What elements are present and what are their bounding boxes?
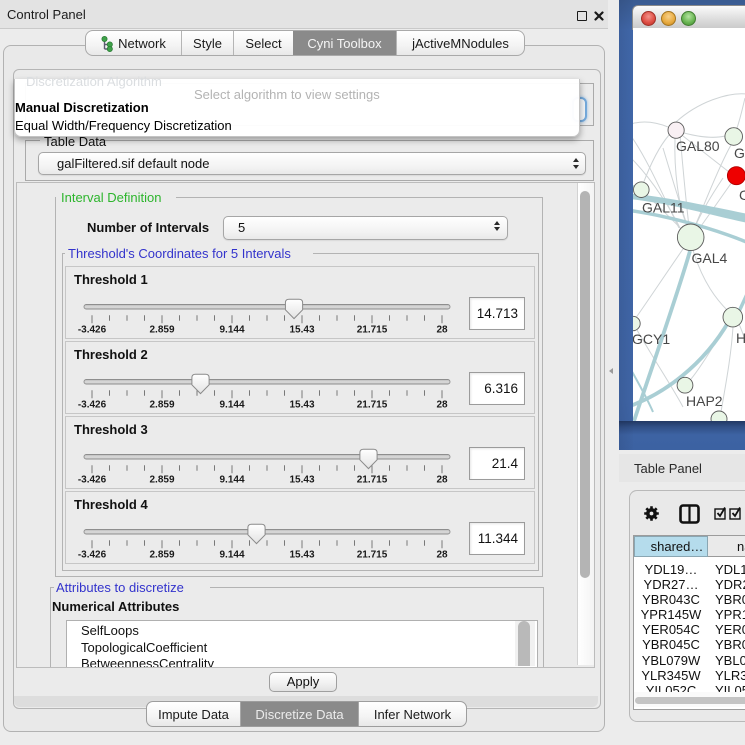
svg-text:28: 28	[436, 550, 448, 561]
svg-text:GAL4: GAL4	[692, 250, 728, 266]
svg-text:9.144: 9.144	[219, 400, 244, 411]
svg-text:21.715: 21.715	[357, 400, 388, 411]
svg-text:2.859: 2.859	[149, 400, 174, 411]
svg-text:28: 28	[436, 325, 448, 336]
svg-text:15.43: 15.43	[289, 550, 314, 561]
svg-text:GAL11: GAL11	[642, 200, 685, 216]
svg-text:21.715: 21.715	[357, 325, 388, 336]
svg-text:CD: CD	[739, 187, 745, 203]
svg-text:-3.426: -3.426	[78, 475, 107, 486]
svg-text:2.859: 2.859	[149, 325, 174, 336]
svg-text:GAL80: GAL80	[676, 138, 720, 154]
svg-text:21.715: 21.715	[357, 475, 388, 486]
svg-text:HAP4: HAP4	[736, 330, 745, 346]
svg-text:15.43: 15.43	[289, 400, 314, 411]
svg-text:28: 28	[436, 400, 448, 411]
svg-text:GAL3: GAL3	[734, 145, 745, 161]
svg-text:-3.426: -3.426	[78, 325, 107, 336]
svg-text:15.43: 15.43	[289, 325, 314, 336]
svg-text:-3.426: -3.426	[78, 550, 107, 561]
svg-text:15.43: 15.43	[289, 475, 314, 486]
svg-text:2.859: 2.859	[149, 475, 174, 486]
svg-text:9.144: 9.144	[219, 325, 244, 336]
svg-text:9.144: 9.144	[219, 475, 244, 486]
svg-text:-3.426: -3.426	[78, 400, 107, 411]
svg-text:2.859: 2.859	[149, 550, 174, 561]
svg-text:GCY1: GCY1	[633, 331, 670, 347]
svg-text:HAP2: HAP2	[686, 393, 723, 409]
svg-text:28: 28	[436, 475, 448, 486]
svg-text:9.144: 9.144	[219, 550, 244, 561]
svg-text:21.715: 21.715	[357, 550, 388, 561]
